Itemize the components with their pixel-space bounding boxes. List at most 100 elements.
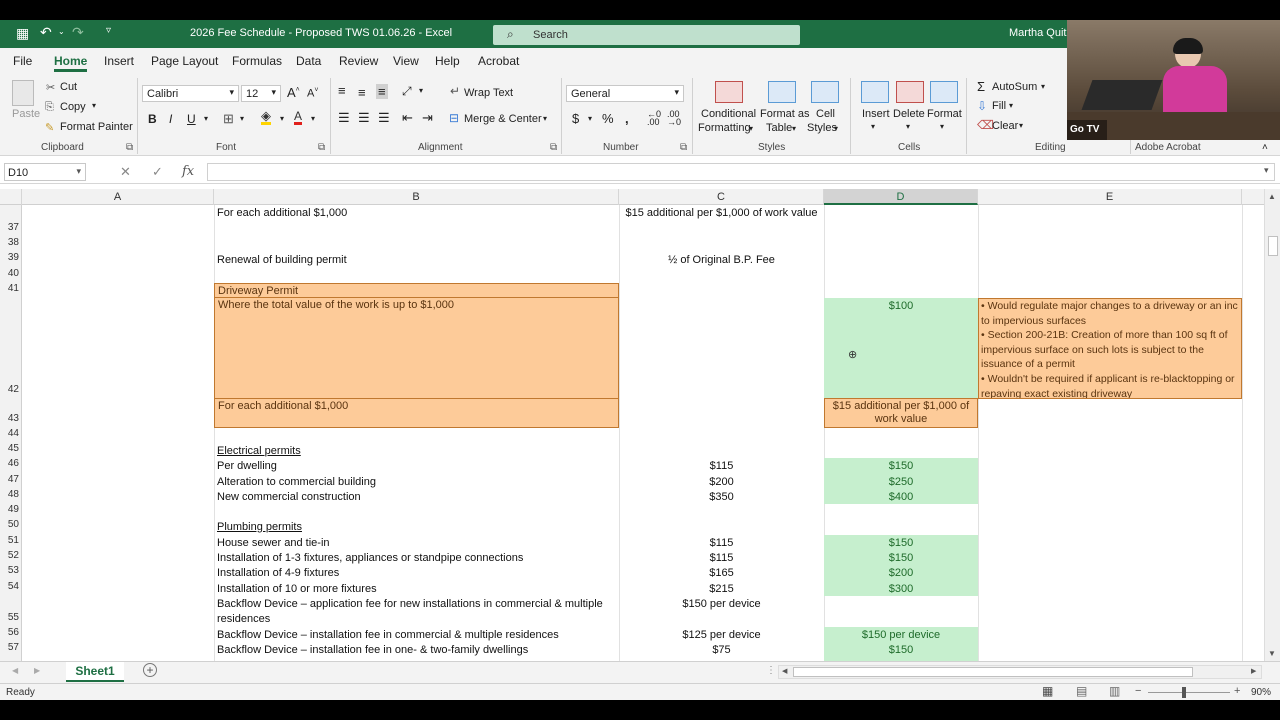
cell-d47[interactable]: $250 — [824, 474, 978, 489]
tab-file[interactable]: File — [13, 54, 32, 68]
tab-acrobat[interactable]: Acrobat — [478, 54, 519, 68]
cancel-entry-icon[interactable]: ✕ — [120, 164, 131, 180]
cell-d53[interactable]: $200 — [824, 565, 978, 581]
cell-styles-dropdown-icon[interactable]: ▾ — [834, 124, 838, 133]
merge-dropdown-icon[interactable]: ▾ — [543, 114, 547, 123]
underline-dropdown-icon[interactable]: ▾ — [204, 114, 208, 123]
cell-c47[interactable]: $200 — [619, 474, 824, 489]
user-name[interactable]: Martha Quitu — [1009, 27, 1073, 39]
fill-color-dropdown-icon[interactable]: ▾ — [280, 114, 284, 123]
clear-button[interactable]: Clear — [992, 120, 1018, 132]
row-header[interactable]: 50 — [0, 519, 22, 535]
confirm-entry-icon[interactable]: ✓ — [152, 164, 163, 180]
cell-b56[interactable]: Backflow Device – installation fee in co… — [214, 627, 619, 642]
cell-b47[interactable]: Alteration to commercial building — [214, 474, 619, 489]
font-color-icon[interactable]: A — [294, 110, 303, 125]
clear-dropdown-icon[interactable]: ▾ — [1019, 121, 1023, 130]
table-dropdown-icon[interactable]: ▾ — [792, 124, 796, 133]
cell-b54[interactable]: Installation of 10 or more fixtures — [214, 581, 619, 596]
cell-c57[interactable]: $75 — [619, 642, 824, 658]
row-header[interactable]: 54 — [0, 581, 22, 596]
borders-dropdown-icon[interactable]: ▾ — [240, 114, 244, 123]
formatting-label[interactable]: Formatting — [698, 122, 751, 134]
delete-cells-icon[interactable] — [896, 81, 924, 103]
row-header[interactable]: 52 — [0, 550, 22, 565]
next-sheet-icon[interactable]: ▶ — [34, 666, 40, 675]
cell-b55[interactable]: Backflow Device – application fee for ne… — [214, 596, 619, 627]
row-header[interactable]: 49 — [0, 504, 22, 519]
font-name-select[interactable]: Calibri ▾ — [142, 85, 239, 102]
insert-dropdown-icon[interactable]: ▾ — [871, 122, 875, 131]
decrease-font-icon[interactable]: A˅ — [307, 87, 318, 100]
column-header-e[interactable]: E — [978, 189, 1242, 205]
row-header[interactable]: 51 — [0, 535, 22, 550]
align-left-icon[interactable]: ☰ — [338, 110, 350, 126]
horizontal-scrollbar[interactable]: ◀ ▶ — [778, 665, 1262, 679]
zoom-out-icon[interactable]: − — [1135, 685, 1141, 697]
cell-b37[interactable]: For each additional $1,000 — [214, 205, 619, 221]
table-label[interactable]: Table — [766, 122, 792, 134]
cell-c55[interactable]: $150 per device — [619, 596, 824, 612]
tab-insert[interactable]: Insert — [104, 54, 134, 68]
orientation-icon[interactable]: ⤢ — [402, 84, 412, 99]
column-header-b[interactable]: B — [214, 189, 619, 205]
alignment-launcher-icon[interactable]: ⧉ — [550, 142, 557, 153]
undo-icon[interactable]: ↶ — [40, 24, 52, 41]
cell-c37[interactable]: $15 additional per $1,000 of work value — [619, 205, 824, 221]
tab-data[interactable]: Data — [296, 54, 321, 68]
add-sheet-icon[interactable]: + — [143, 663, 157, 677]
cell-e42[interactable]: • Would regulate major changes to a driv… — [978, 298, 1242, 399]
formula-input[interactable] — [207, 163, 1275, 181]
page-break-view-icon[interactable]: ▥ — [1109, 684, 1120, 698]
merge-center-button[interactable]: Merge & Center — [464, 113, 542, 125]
underline-icon[interactable]: U — [187, 112, 196, 126]
conditional-formatting-icon[interactable] — [715, 81, 743, 103]
borders-icon[interactable]: ⊞ — [223, 111, 234, 127]
insert-cells-button[interactable]: Insert — [862, 108, 890, 120]
row-header[interactable]: 46 — [0, 458, 22, 474]
row-header[interactable]: 47 — [0, 474, 22, 489]
cell-styles-icon[interactable] — [811, 81, 839, 103]
undo-dropdown-icon[interactable]: ⌄ — [58, 27, 65, 36]
cell-c48[interactable]: $350 — [619, 489, 824, 504]
row-header[interactable]: 45 — [0, 443, 22, 458]
cell-b45[interactable]: Electrical permits — [214, 443, 619, 458]
delete-cells-button[interactable]: Delete — [893, 108, 925, 120]
cell-b50[interactable]: Plumbing permits — [214, 519, 619, 535]
zoom-slider[interactable] — [1148, 692, 1230, 693]
tab-page-layout[interactable]: Page Layout — [151, 54, 218, 68]
conditional-label[interactable]: Conditional — [701, 108, 756, 120]
tab-formulas[interactable]: Formulas — [232, 54, 282, 68]
zoom-slider-thumb[interactable] — [1182, 687, 1186, 698]
cell-c52[interactable]: $115 — [619, 550, 824, 565]
format-as-table-icon[interactable] — [768, 81, 796, 103]
orientation-dropdown-icon[interactable]: ▾ — [419, 86, 423, 95]
format-painter-button[interactable]: Format Painter — [60, 121, 133, 133]
zoom-in-icon[interactable]: + — [1234, 685, 1240, 697]
cell-d57[interactable]: $150 — [824, 642, 978, 661]
worksheet-grid[interactable]: A B C D E 37 38 39 40 41 42 43 44 45 46 … — [0, 189, 1280, 661]
cell-d52[interactable]: $150 — [824, 550, 978, 565]
cell-b51[interactable]: House sewer and tie-in — [214, 535, 619, 550]
align-top-icon[interactable]: ≡ — [338, 83, 346, 98]
column-header-d[interactable]: D — [824, 189, 978, 205]
scroll-down-icon[interactable]: ▼ — [1268, 649, 1276, 658]
row-header[interactable]: 37 — [0, 205, 22, 237]
percent-icon[interactable]: % — [602, 111, 614, 126]
insert-function-icon[interactable]: fx — [182, 164, 194, 179]
cell-d48[interactable]: $400 — [824, 489, 978, 504]
normal-view-icon[interactable]: ▦ — [1042, 684, 1053, 698]
scroll-right-icon[interactable]: ▶ — [1251, 667, 1256, 675]
tab-help[interactable]: Help — [435, 54, 460, 68]
align-middle-icon[interactable]: ≡ — [358, 85, 366, 100]
row-header[interactable]: 53 — [0, 565, 22, 581]
cell-c56[interactable]: $125 per device — [619, 627, 824, 642]
row-header[interactable]: 40 — [0, 268, 22, 283]
decrease-indent-icon[interactable]: ⇤ — [402, 110, 413, 126]
cell-d46[interactable]: $150 — [824, 458, 978, 474]
paste-button[interactable]: Paste — [12, 108, 40, 120]
cell-b53[interactable]: Installation of 4-9 fixtures — [214, 565, 619, 581]
row-header[interactable]: 38 — [0, 237, 22, 252]
cell-b52[interactable]: Installation of 1-3 fixtures, appliances… — [214, 550, 619, 565]
cell-c54[interactable]: $215 — [619, 581, 824, 596]
